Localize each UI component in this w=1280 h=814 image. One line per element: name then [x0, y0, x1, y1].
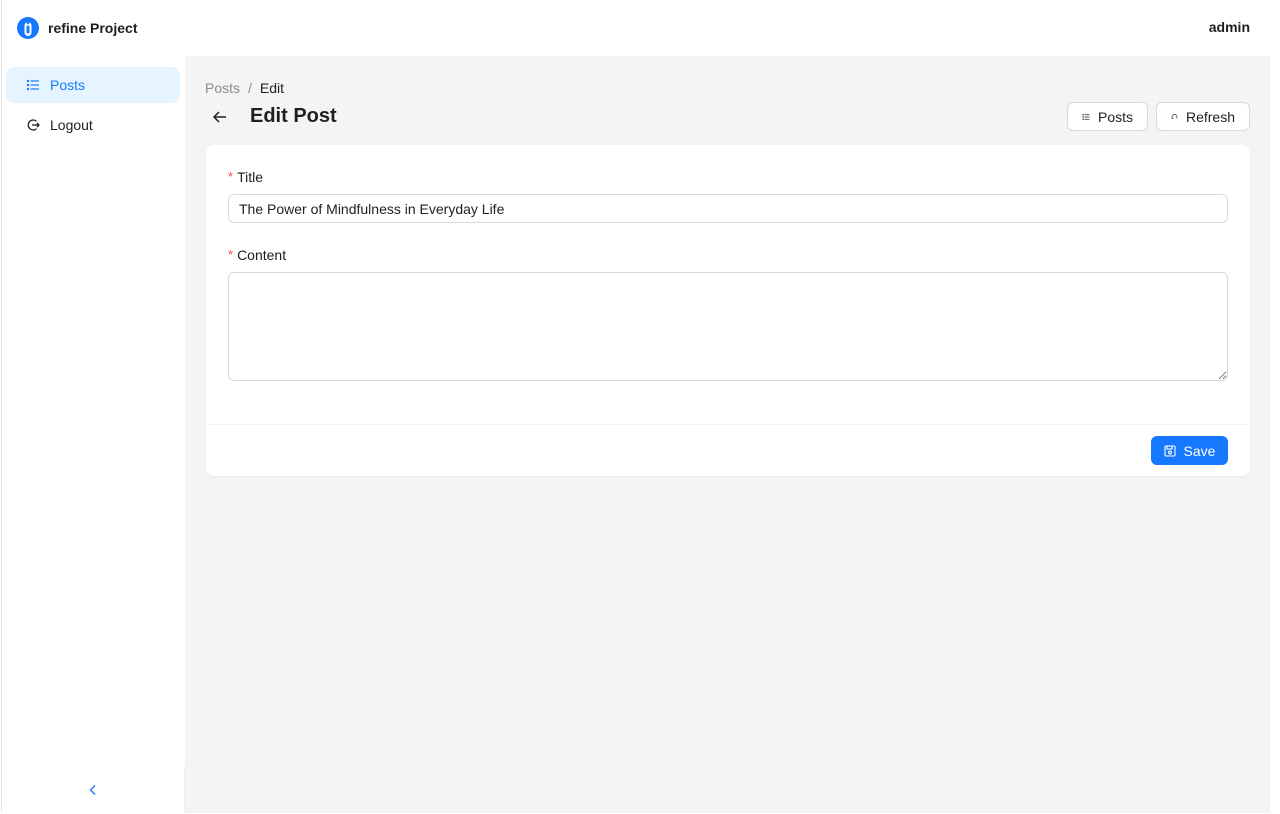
- page-actions: Posts Refresh: [1067, 102, 1250, 131]
- save-button[interactable]: Save: [1151, 436, 1228, 465]
- list-icon: [26, 78, 40, 92]
- posts-list-button[interactable]: Posts: [1067, 102, 1148, 131]
- title-input[interactable]: [228, 194, 1228, 223]
- app-layout: refine Project Posts Logout admin Posts …: [1, 0, 1271, 813]
- breadcrumb-item-posts[interactable]: Posts: [205, 80, 240, 96]
- back-button[interactable]: [209, 106, 231, 128]
- logout-icon: [26, 118, 40, 132]
- breadcrumb-item-edit: Edit: [259, 80, 285, 96]
- breadcrumb: Posts / Edit: [205, 80, 284, 96]
- arrow-left-icon: [212, 111, 226, 123]
- content-label: * Content: [228, 247, 286, 263]
- refresh-button[interactable]: Refresh: [1156, 102, 1250, 131]
- brand-title: refine Project: [48, 20, 138, 36]
- title-label-text: Title: [237, 169, 263, 185]
- save-button-label: Save: [1183, 442, 1216, 459]
- required-mark: *: [228, 247, 234, 262]
- page-header: Edit Post Posts Refresh: [205, 102, 1250, 132]
- chevron-left-icon: [89, 785, 96, 795]
- page-title: Edit Post: [250, 105, 337, 127]
- refresh-icon: [1171, 114, 1178, 120]
- form-footer: Save: [206, 424, 1250, 476]
- refine-logo-icon: [17, 17, 39, 39]
- title-label: * Title: [228, 169, 263, 185]
- edit-form-card: * Title * Content Save: [206, 145, 1250, 476]
- posts-button-label: Posts: [1097, 108, 1133, 125]
- content-label-text: Content: [237, 247, 287, 263]
- refresh-button-label: Refresh: [1185, 108, 1235, 125]
- sidebar-collapse-button[interactable]: [2, 767, 185, 813]
- list-icon: [1082, 113, 1090, 120]
- user-name[interactable]: admin: [1209, 19, 1250, 35]
- required-mark: *: [228, 169, 234, 184]
- sidebar-item-label: Posts: [50, 77, 86, 93]
- sidebar-menu: Posts Logout: [6, 67, 180, 147]
- content-textarea[interactable]: [228, 272, 1228, 381]
- sidebar-item-posts[interactable]: Posts: [6, 67, 180, 103]
- brand[interactable]: refine Project: [16, 16, 137, 40]
- sidebar-item-logout[interactable]: Logout: [6, 107, 180, 143]
- breadcrumb-separator: /: [248, 80, 252, 96]
- sidebar: refine Project Posts Logout: [2, 0, 185, 813]
- save-icon: [1163, 444, 1176, 457]
- top-header: admin: [185, 0, 1271, 56]
- sidebar-item-label: Logout: [50, 117, 93, 133]
